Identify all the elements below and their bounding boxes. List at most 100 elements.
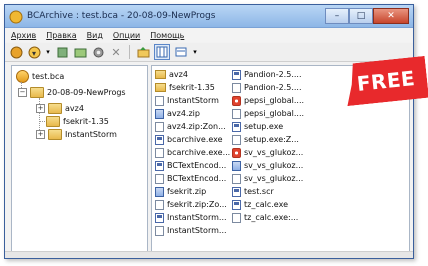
file-name: sv_vs_glukoz...	[244, 161, 304, 170]
tree-folder-label: 20-08-09-NewProgs	[47, 88, 126, 97]
file-item[interactable]: Pandion-2.5....	[232, 69, 301, 80]
exe-icon	[232, 69, 241, 80]
file-item[interactable]: avz4.zip	[155, 108, 200, 119]
minimize-button[interactable]: –	[325, 8, 349, 24]
file-item[interactable]: BCTextEncod...	[155, 160, 226, 171]
file-item[interactable]: InstantStorm...	[155, 212, 227, 223]
file-item[interactable]: pepsi_global....	[232, 95, 304, 106]
file-name: sv_vs_glukoz...	[244, 174, 304, 183]
settings-gear-icon[interactable]	[91, 45, 105, 59]
file-icon	[155, 121, 164, 132]
folder-icon	[46, 116, 60, 127]
file-icon	[155, 225, 164, 236]
tree-node-instantstorm[interactable]: + InstantStorm	[36, 129, 117, 140]
menu-options[interactable]: Опции	[113, 31, 140, 40]
app-window: BCArchive : test.bca - 20-08-09-NewProgs…	[4, 4, 414, 259]
file-name: setup.exe:Z...	[244, 135, 299, 144]
file-name: fsekrit.zip:Zo...	[167, 200, 227, 209]
file-name: InstantStorm	[167, 96, 219, 105]
folder-icon	[155, 83, 166, 92]
file-item[interactable]: avz4	[155, 69, 188, 80]
view-dropdown-icon[interactable]: ▾	[192, 45, 198, 59]
file-item[interactable]: InstantStorm	[155, 95, 219, 106]
file-name: BCTextEncod...	[167, 174, 227, 183]
folder-up-icon[interactable]	[136, 45, 150, 59]
file-item[interactable]: bcarchive.exe	[155, 134, 223, 145]
file-item[interactable]: setup.exe:Z...	[232, 134, 299, 145]
file-name: pepsi_global....	[244, 96, 305, 105]
file-item[interactable]: pepsi_global....	[232, 108, 304, 119]
tree-node-newprogs[interactable]: − 20-08-09-NewProgs	[18, 87, 126, 98]
file-icon	[232, 173, 241, 184]
file-item[interactable]: test.scr	[232, 186, 274, 197]
file-name: fsekrit-1.35	[169, 83, 215, 92]
close-button[interactable]: ✕	[373, 8, 409, 24]
file-name: InstantStorm...	[167, 226, 227, 235]
exe-icon	[155, 134, 164, 145]
file-name: BCTextEncod...	[167, 161, 227, 170]
file-item[interactable]: InstantStorm...	[155, 225, 227, 236]
file-name: avz4	[169, 70, 188, 79]
folder-icon	[48, 129, 62, 140]
new-archive-icon[interactable]: ▾	[27, 45, 41, 59]
file-icon	[232, 212, 241, 223]
file-name: sv_vs_glukoz...	[244, 148, 304, 157]
file-name: fsekrit.zip	[167, 187, 207, 196]
file-name: tz_calc.exe:...	[244, 213, 299, 222]
menu-edit[interactable]: Правка	[46, 31, 76, 40]
file-item[interactable]: avz4.zip:Zon...	[155, 121, 226, 132]
open-archive-icon[interactable]	[9, 45, 23, 59]
menu-archive[interactable]: Архив	[11, 31, 36, 40]
file-item[interactable]: sv_vs_glukoz...	[232, 173, 303, 184]
free-badge: FREE	[343, 56, 428, 106]
menu-help[interactable]: Помощь	[150, 31, 184, 40]
file-item[interactable]: Pandion-2.5....	[232, 82, 301, 93]
pepsi-logo-icon	[232, 95, 241, 106]
expand-icon[interactable]: +	[36, 130, 45, 139]
tree-node-root[interactable]: test.bca	[16, 70, 64, 83]
add-files-icon[interactable]	[55, 45, 69, 59]
status-bar	[5, 251, 413, 258]
file-item[interactable]: tz_calc.exe:...	[232, 212, 298, 223]
file-name: avz4.zip:Zon...	[167, 122, 226, 131]
file-item[interactable]: fsekrit.zip	[155, 186, 206, 197]
maximize-button[interactable]: □	[349, 8, 373, 24]
tree-root-label: test.bca	[32, 72, 65, 81]
file-icon	[232, 108, 241, 119]
folder-icon	[30, 87, 44, 98]
delete-icon[interactable]: ✕	[109, 45, 123, 59]
expand-icon[interactable]: +	[36, 104, 45, 113]
extract-icon[interactable]	[73, 45, 87, 59]
view-details-icon[interactable]	[154, 44, 170, 60]
file-item[interactable]: sv_vs_glukoz...	[232, 147, 303, 158]
dropdown-arrow-icon[interactable]: ▾	[45, 45, 51, 59]
file-icon	[155, 199, 164, 210]
file-item[interactable]: BCTextEncod...	[155, 173, 226, 184]
zip-icon	[155, 108, 164, 119]
file-icon	[155, 147, 164, 158]
zip-icon	[155, 186, 164, 197]
folder-tree-pane[interactable]: test.bca − 20-08-09-NewProgs + avz4 fsek…	[11, 65, 148, 252]
media-icon	[232, 147, 241, 158]
file-item[interactable]: setup.exe	[232, 121, 283, 132]
file-icon	[155, 173, 164, 184]
exe-icon	[232, 199, 241, 210]
file-item[interactable]: fsekrit-1.35	[155, 82, 215, 93]
title-bar[interactable]: BCArchive : test.bca - 20-08-09-NewProgs…	[5, 5, 413, 28]
svg-text:▾: ▾	[32, 49, 36, 58]
exe-icon	[155, 160, 164, 171]
file-item[interactable]: fsekrit.zip:Zo...	[155, 199, 227, 210]
file-item[interactable]: sv_vs_glukoz...	[232, 160, 303, 171]
file-name: bcarchive.exe	[167, 135, 223, 144]
file-name: avz4.zip	[167, 109, 200, 118]
file-name: Pandion-2.5....	[244, 70, 302, 79]
file-name: bcarchive.exe...	[167, 148, 231, 157]
view-list-icon[interactable]	[174, 45, 188, 59]
tree-node-avz4[interactable]: + avz4	[36, 103, 84, 114]
tree-node-fsekrit[interactable]: fsekrit-1.35	[40, 116, 109, 127]
file-item[interactable]: tz_calc.exe	[232, 199, 288, 210]
collapse-icon[interactable]: −	[18, 88, 27, 97]
menu-view[interactable]: Вид	[87, 31, 103, 40]
menu-bar: Архив Правка Вид Опции Помощь	[5, 28, 413, 42]
file-item[interactable]: bcarchive.exe...	[155, 147, 230, 158]
